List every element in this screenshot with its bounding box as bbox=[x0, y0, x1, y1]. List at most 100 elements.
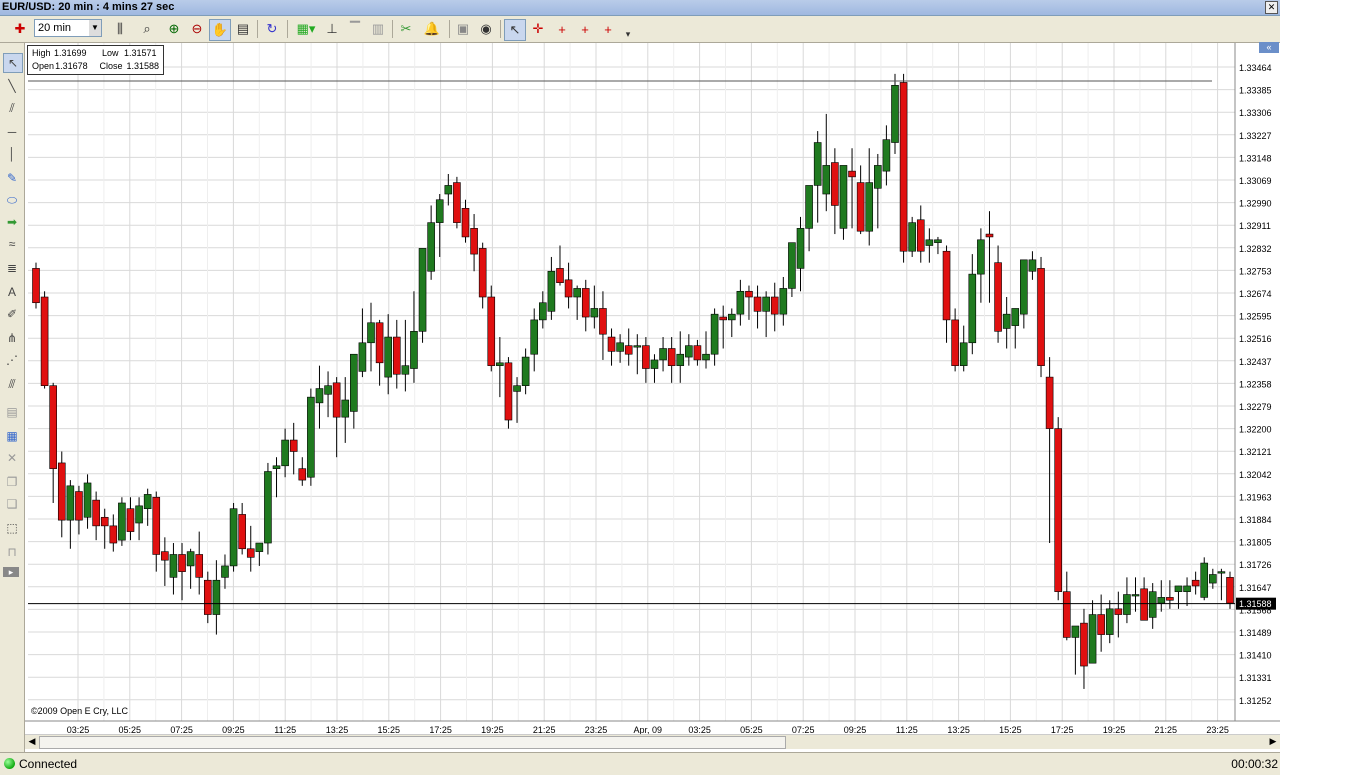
candle-body bbox=[315, 388, 324, 404]
candle-body bbox=[813, 142, 822, 186]
disk-icon[interactable]: ▣ bbox=[453, 19, 473, 39]
candle-body bbox=[358, 342, 367, 372]
ellipse-icon[interactable]: ⬭ bbox=[3, 191, 21, 209]
y-tick-label: 1.33464 bbox=[1239, 63, 1272, 73]
last-price-label: 1.31588 bbox=[1239, 599, 1272, 609]
parallel-lines-icon[interactable]: ⫽ bbox=[3, 99, 21, 117]
zoom-icon[interactable]: ⌕ bbox=[136, 19, 158, 39]
pan-icon[interactable]: ✋ bbox=[209, 19, 231, 41]
arrow-icon[interactable]: ➡ bbox=[3, 213, 21, 231]
y-tick-label: 1.33385 bbox=[1239, 86, 1272, 96]
candle-body bbox=[66, 485, 75, 521]
candle-body bbox=[779, 288, 788, 315]
select-area-icon[interactable]: ⬚ bbox=[3, 519, 21, 537]
zoom-in-icon[interactable]: ⊕ bbox=[164, 19, 184, 39]
bar-type-icon[interactable]: ⫼ bbox=[108, 19, 132, 39]
candle-body bbox=[100, 516, 109, 527]
crosshair-red2-icon[interactable]: + bbox=[575, 19, 595, 39]
properties-icon[interactable]: ▤ bbox=[233, 19, 253, 39]
unlock-icon[interactable]: ⊓ bbox=[3, 543, 21, 561]
indicator-icon[interactable]: ▦▾ bbox=[292, 19, 320, 39]
fan-icon[interactable]: ⋰ bbox=[3, 351, 21, 369]
pencil-icon[interactable]: ✐ bbox=[3, 305, 21, 323]
close-icon[interactable]: ✕ bbox=[1265, 1, 1278, 14]
candle-body bbox=[624, 345, 633, 355]
candle-body bbox=[1131, 594, 1140, 597]
copy-icon[interactable]: ❐ bbox=[3, 473, 21, 491]
connection-status-icon bbox=[4, 758, 15, 769]
timeframe-select[interactable]: 20 min ▼ bbox=[34, 19, 102, 37]
candle-body bbox=[934, 239, 942, 243]
scissors-icon[interactable]: ✂ bbox=[396, 19, 416, 39]
candle-body bbox=[246, 548, 255, 558]
cursor-icon[interactable]: ↖ bbox=[3, 53, 23, 73]
drawing-tools-panel: ↖ ╲ ⫽ ─ │ ✎ ⬭ ➡ ≈ ≣ A ✐ ⋔ ⋰ ⫻ ▤ ▦ ✕ ❐ ❑ … bbox=[0, 43, 25, 752]
y-tick-label: 1.32990 bbox=[1239, 199, 1272, 209]
refresh-icon[interactable]: ↻ bbox=[262, 19, 282, 39]
scrollbar-thumb[interactable] bbox=[39, 736, 786, 749]
pin-icon[interactable]: ✚ bbox=[10, 19, 30, 39]
eye-icon[interactable]: ◉ bbox=[476, 19, 496, 39]
candle-body bbox=[152, 496, 161, 555]
alert-bell-icon[interactable]: 🔔 bbox=[419, 19, 445, 39]
candle-body bbox=[891, 85, 899, 143]
align-icon[interactable]: ▔ bbox=[345, 19, 365, 39]
pointer-icon[interactable]: ↖ bbox=[504, 19, 526, 41]
candle-body bbox=[161, 551, 169, 561]
candle-body bbox=[865, 182, 874, 232]
candle-body bbox=[461, 208, 470, 238]
candle-body bbox=[770, 296, 779, 315]
pitchfork-icon[interactable]: ⋔ bbox=[3, 329, 21, 347]
expand-icon[interactable]: ▸ bbox=[3, 567, 19, 577]
layer-icon[interactable]: ▦ bbox=[3, 427, 21, 445]
crosshair-red3-icon[interactable]: + bbox=[598, 19, 618, 39]
candle-body bbox=[1062, 591, 1071, 638]
scroll-left-icon[interactable]: ◀ bbox=[26, 736, 38, 747]
candle-body bbox=[710, 313, 719, 355]
lock-icon[interactable]: ▤ bbox=[3, 403, 21, 421]
scroll-right-icon[interactable]: ▶ bbox=[1267, 736, 1279, 747]
bars-icon[interactable]: ▥ bbox=[368, 19, 388, 39]
scroll-left-double-icon[interactable]: « bbox=[1259, 42, 1279, 53]
hierarchy-icon[interactable]: ⊥ bbox=[322, 19, 342, 39]
candle-body bbox=[49, 385, 57, 469]
candle-body bbox=[195, 554, 204, 578]
candle-body bbox=[178, 554, 186, 572]
candle-body bbox=[753, 296, 762, 312]
toolbar-separator bbox=[500, 20, 501, 38]
price-chart[interactable]: 1.33464 1.33385 1.33306 1.33227 1.33148 1.330… bbox=[25, 43, 1280, 752]
candle-body bbox=[607, 336, 616, 352]
delete-icon[interactable]: ✕ bbox=[3, 449, 21, 467]
candle-body bbox=[118, 502, 126, 541]
text-icon[interactable]: A bbox=[3, 283, 21, 301]
candle-body bbox=[822, 165, 831, 195]
crosshair-red-icon[interactable]: + bbox=[552, 19, 572, 39]
chevron-down-icon[interactable]: ▼ bbox=[89, 20, 101, 36]
zoom-out-icon[interactable]: ⊖ bbox=[187, 19, 207, 39]
candle-body bbox=[633, 345, 642, 348]
candle-body bbox=[169, 554, 178, 578]
fib-icon[interactable]: ≣ bbox=[3, 259, 21, 277]
candle-body bbox=[977, 239, 985, 275]
candle-body bbox=[745, 290, 753, 298]
note-icon[interactable]: ✎ bbox=[3, 169, 21, 187]
horizontal-line-icon[interactable]: ─ bbox=[3, 123, 21, 141]
wave-icon[interactable]: ≈ bbox=[3, 235, 21, 253]
toolbar-separator bbox=[392, 20, 393, 38]
crosshair-icon[interactable]: ✛ bbox=[528, 19, 548, 39]
dropdown-icon[interactable]: ▾ bbox=[622, 24, 634, 44]
candle-body bbox=[676, 353, 685, 366]
line-icon[interactable]: ╲ bbox=[3, 77, 21, 95]
horizontal-scrollbar[interactable]: ◀ ▶ bbox=[25, 734, 1280, 749]
channel-icon[interactable]: ⫻ bbox=[3, 375, 21, 393]
y-tick-label: 1.31963 bbox=[1239, 492, 1272, 502]
candle-body bbox=[392, 336, 401, 375]
connection-status: Connected bbox=[19, 757, 78, 771]
candle-body bbox=[805, 185, 813, 229]
vertical-line-icon[interactable]: │ bbox=[3, 145, 21, 163]
candle-body bbox=[126, 508, 135, 532]
y-tick-label: 1.31410 bbox=[1239, 651, 1272, 661]
candle-body bbox=[736, 290, 745, 315]
y-tick-label: 1.32911 bbox=[1239, 221, 1271, 231]
paste-icon[interactable]: ❑ bbox=[3, 495, 21, 513]
